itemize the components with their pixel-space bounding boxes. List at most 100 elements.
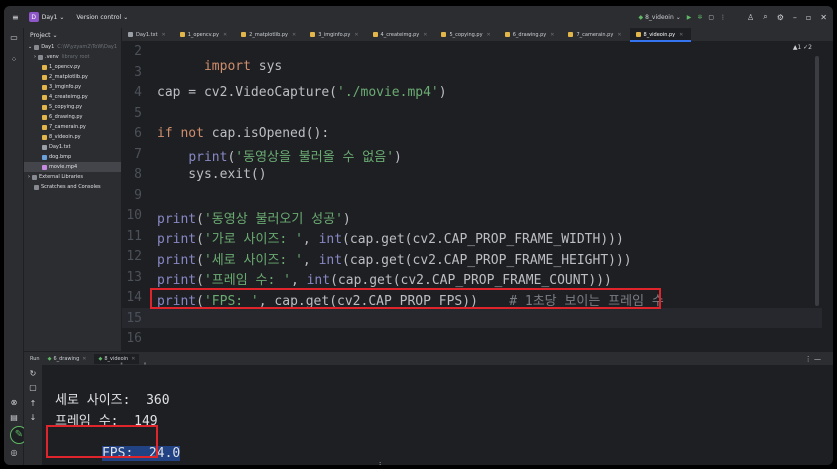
stop-icon[interactable]: ▢ [708,14,714,21]
python-file-icon [568,32,574,37]
tree-item-file[interactable]: 8_videoin.py [24,132,121,142]
tree-item-external-libraries[interactable]: › External Libraries [24,172,121,182]
close-icon[interactable]: ✕ [679,32,683,38]
python-run-icon: ◆ [638,13,644,21]
more-icon[interactable]: ⋮ — [805,355,821,363]
library-icon [32,174,37,180]
close-icon[interactable]: ✕ [423,32,427,38]
tree-item-file[interactable]: 4_createimg.py [24,92,121,102]
close-icon[interactable]: ✕ [292,32,296,38]
more-icon[interactable]: ⋮ [720,14,726,21]
line-number: 15 [126,310,142,326]
folder-icon[interactable]: ▭ [9,33,19,43]
editor-tab[interactable]: 1_opencv.py ✕ [174,28,235,42]
vcs-menu[interactable]: Version control ⌄ [76,14,128,21]
python-file-icon [42,74,47,80]
editor-tab[interactable]: 4_createimg.py ✕ [367,28,436,42]
close-icon[interactable]: ✕ [550,32,554,38]
account-icon[interactable]: ♙ [747,13,754,22]
editor-tab[interactable]: Day1.txt ✕ [122,28,174,42]
structure-icon[interactable]: ⁘ [9,55,19,65]
settings-icon[interactable]: ⚙ [777,13,784,22]
tree-item-file[interactable]: 3_imginfo.py [24,82,121,92]
line-number: 4 [134,85,142,100]
tree-item-venv[interactable]: › .venv library root [24,52,121,62]
python-file-icon [42,114,47,120]
scratches-icon [34,184,39,190]
python-file-icon [42,94,47,100]
tree-item-file[interactable]: Day1.txt [24,142,121,152]
highlight-box-fps [46,425,158,458]
scroll-up-icon[interactable]: ↑ [28,399,38,409]
editor-tab[interactable]: 7_camerain.py ✕ [562,28,629,42]
close-icon[interactable]: ✕ [820,13,827,22]
highlight-box-line-14 [150,288,661,309]
tab-label: Day1.txt [136,31,158,38]
run-icon[interactable]: ▶ [687,14,692,21]
inspection-status[interactable]: ▲1 ✓2 [793,44,812,51]
run-config-selector[interactable]: ◆ 8_videoin ⌄ [639,14,681,21]
run-console-output[interactable]: · · 세로 사이즈: 360 프레임 수: 149 FPS: 24.0 [42,357,833,465]
problems-icon[interactable]: ◎ [9,448,19,458]
file-list: 1_opencv.py 2_matplotlib.py 3_imginfo.py 4_… [24,62,121,172]
close-icon[interactable]: ✕ [487,32,491,38]
scratches-label: Scratches and Consoles [41,184,101,190]
editor-tab[interactable]: 8_videoin.py ✕ [629,27,692,42]
editor-tab[interactable]: 3_imginfo.py ✕ [304,28,366,42]
file-name: 5_copying.py [49,104,83,110]
editor-tab[interactable]: 2_matplotlib.py ✕ [235,28,304,42]
run-panel-title: Run [30,355,40,362]
tree-item-file[interactable]: 7_camerain.py [24,122,121,132]
code-text: import sys [203,59,283,74]
folder-icon [38,54,43,60]
text-file-icon [128,32,133,37]
code-line-12: print('세로 사이즈: ', int(cap.get(cv2.CAP_PR… [157,253,632,268]
terminal-icon[interactable]: ▤ [9,413,19,423]
run-toolbar: ↻ ▢ ↑ ↓ [24,365,42,465]
tab-label: 6_drawing.py [512,31,547,38]
editor-tab[interactable]: 5_copying.py ✕ [435,28,498,42]
line-number: 10 [126,208,142,223]
external-libraries-label: External Libraries [39,174,83,180]
code-editor[interactable]: ▲1 ✓2 2 3 4 5 6 7 8 9 10 11 12 13 14 15 16 import sys … [122,42,822,351]
close-icon[interactable]: ✕ [617,32,621,38]
hamburger-menu-icon[interactable]: ≡ [12,13,19,22]
chevron-right-icon: › [34,54,36,60]
line-number: 13 [126,269,142,285]
close-icon[interactable]: ✕ [162,32,166,38]
editor-scrollbar[interactable] [815,56,819,306]
rerun-icon[interactable]: ↻ [28,369,38,379]
tree-item-scratches[interactable]: Scratches and Consoles [24,182,121,192]
debug-icon[interactable]: ✲ [697,14,702,21]
project-panel-title[interactable]: Project [30,32,51,39]
line-number: 2 [134,44,142,59]
screen-frame: ≡ D Day1 ⌄ Version control ⌄ ◆ 8_videoin… [0,0,837,469]
search-icon[interactable]: ⌕ [763,12,767,22]
tree-item-file[interactable]: 2_matplotlib.py [24,72,121,82]
close-icon[interactable]: ✕ [354,32,358,38]
line-number: 14 [126,290,142,305]
minimize-icon[interactable]: – [793,13,797,22]
current-line-highlight [122,308,822,328]
tree-item-file[interactable]: movie.mp4 [24,162,121,172]
project-switcher[interactable]: D Day1 ⌄ [28,12,64,22]
tree-root[interactable]: ⌄ Day1 C:\W\yzyam2\ToW\Day1 [24,42,121,52]
tree-item-file[interactable]: 6_drawing.py [24,112,121,122]
tree-item-file[interactable]: dog.bmp [24,152,121,162]
stop-icon[interactable]: ▢ [28,383,38,393]
console-line-height: 세로 사이즈: 360 [55,393,170,408]
editor-tab[interactable]: 6_drawing.py ✕ [499,28,563,42]
file-name: dog.bmp [49,154,72,160]
file-name: 8_videoin.py [49,134,81,140]
file-name: 3_imginfo.py [49,84,82,90]
maximize-icon[interactable]: ▫ [806,13,811,22]
chevron-down-icon: ⌄ [52,31,58,39]
tree-item-file[interactable]: 5_copying.py [24,102,121,112]
folder-icon [34,44,40,50]
scroll-down-icon[interactable]: ↓ [28,413,38,423]
file-name: Day1.txt [49,144,71,150]
tree-item-file[interactable]: 1_opencv.py [24,62,121,72]
python-packages-icon[interactable]: ⊗ [9,398,19,408]
close-icon[interactable]: ✕ [223,32,227,38]
code-line-10: print('동영상 불러오기 성공') [157,212,351,227]
